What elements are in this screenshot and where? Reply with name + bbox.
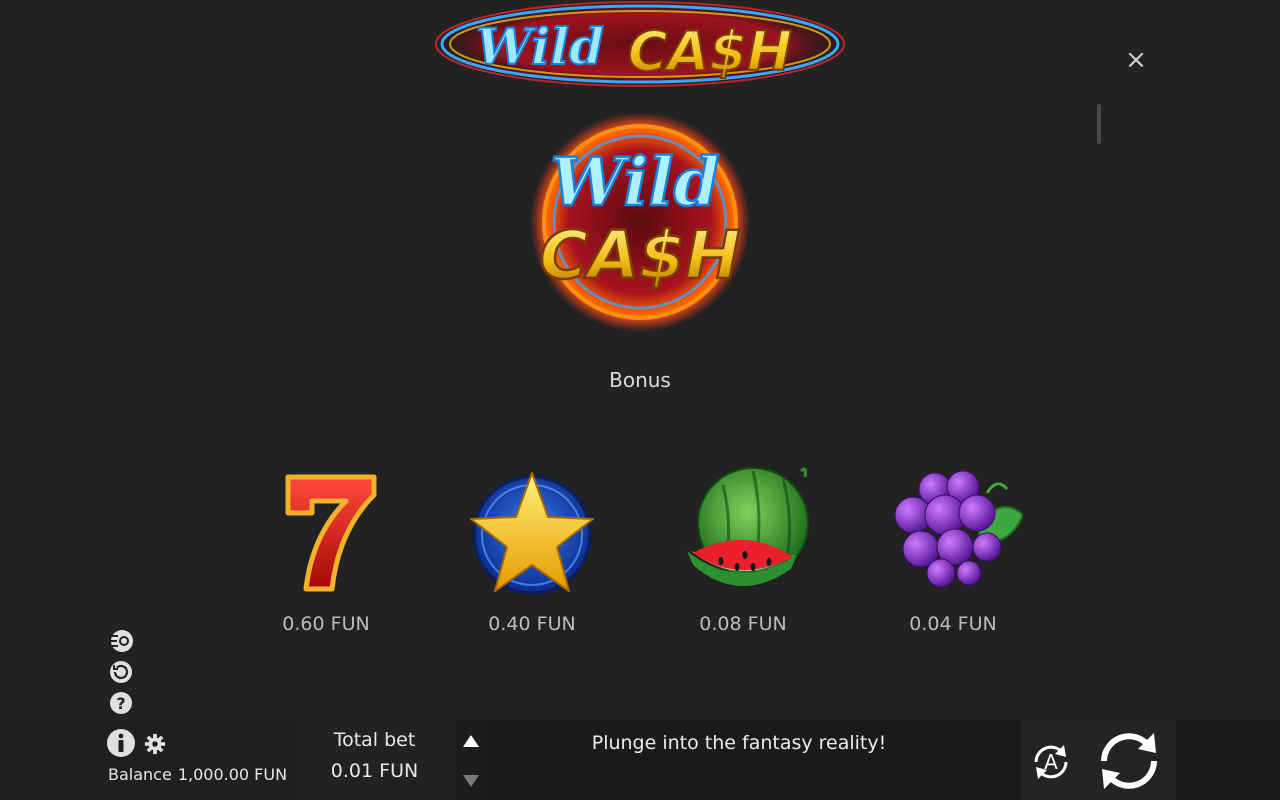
bet-increase-button[interactable] — [460, 732, 482, 750]
triangle-up-icon — [463, 735, 479, 747]
logo-banner-word-wild: Wild — [476, 17, 604, 76]
game-logo-banner: Wild CA$H — [435, 0, 845, 88]
autoplay-button[interactable]: A — [1026, 737, 1076, 787]
balance-value: 1,000.00 FUN — [177, 765, 288, 784]
grapes-icon — [894, 470, 1023, 588]
symbol-price: 0.08 FUN — [699, 613, 787, 635]
total-bet-value: 0.01 FUN — [330, 760, 419, 782]
total-bet-label: Total bet — [333, 729, 416, 751]
refresh-icon — [1101, 733, 1157, 789]
balance-display: Balance 1,000.00 FUN — [108, 765, 293, 784]
info-icon[interactable] — [106, 728, 136, 758]
help-icon[interactable]: ? — [108, 690, 134, 716]
symbol-price: 0.60 FUN — [282, 613, 370, 635]
scrollbar[interactable] — [1097, 104, 1101, 144]
close-icon: × — [1125, 45, 1147, 75]
triangle-down-icon — [463, 775, 479, 787]
history-icon[interactable] — [108, 659, 134, 685]
symbol-price: 0.04 FUN — [909, 613, 997, 635]
balance-label: Balance — [108, 765, 172, 784]
status-message: Plunge into the fantasy reality! — [591, 732, 887, 754]
watermelon-icon — [687, 467, 809, 587]
logo-word-cash: CA$H — [540, 217, 741, 294]
autoplay-letter: A — [1044, 750, 1058, 774]
symbol-star: 0.40 FUN — [452, 465, 612, 645]
gear-icon[interactable] — [144, 733, 166, 755]
logo-word-wild: Wild — [550, 143, 719, 221]
star-icon — [470, 472, 594, 595]
section-title: Bonus — [609, 368, 671, 392]
svg-text:?: ? — [116, 694, 125, 713]
symbol-price: 0.40 FUN — [488, 613, 576, 635]
spin-button[interactable] — [1094, 727, 1164, 795]
seven-icon — [285, 474, 377, 592]
logo-banner-word-cash: CA$H — [628, 20, 792, 83]
symbol-grapes: 0.04 FUN — [873, 465, 1033, 645]
symbol-seven: 0.60 FUN — [246, 465, 406, 645]
balance-panel — [0, 720, 297, 800]
turbo-icon[interactable] — [108, 628, 134, 654]
bet-decrease-button[interactable] — [460, 772, 482, 790]
close-button[interactable]: × — [1120, 44, 1152, 76]
symbol-watermelon: 0.08 FUN — [663, 465, 823, 645]
paytable-logo: Wild CA$H — [530, 112, 750, 332]
